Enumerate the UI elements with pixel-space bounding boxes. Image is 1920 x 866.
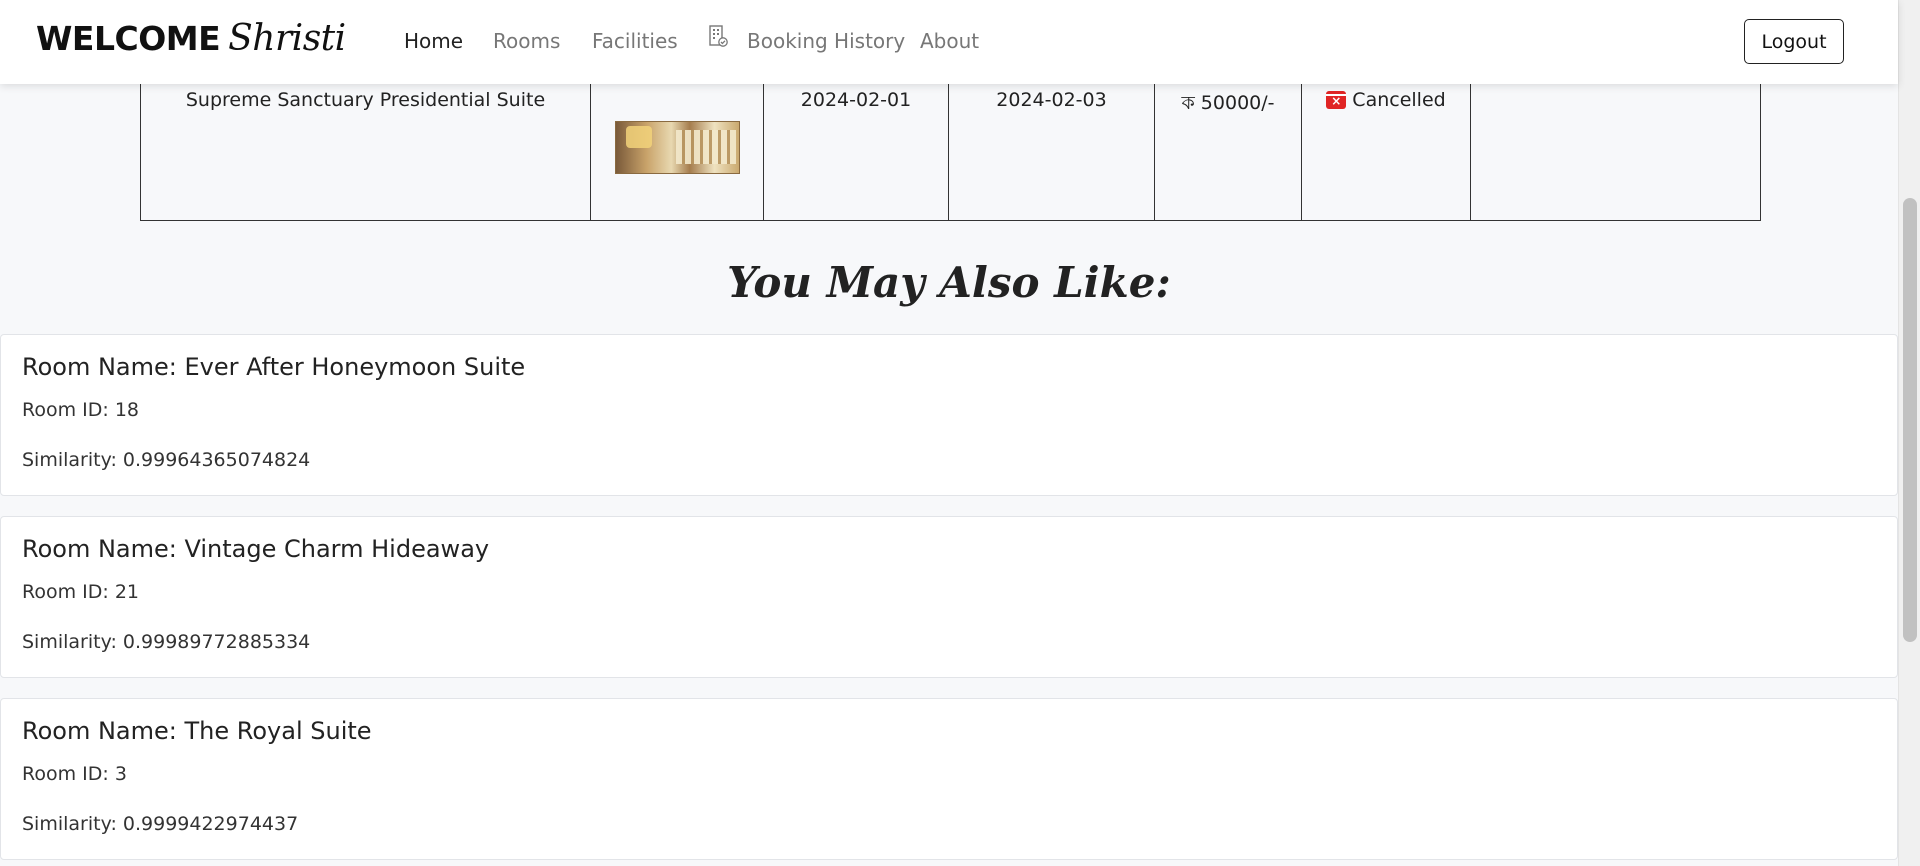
- nav-booking-history-link[interactable]: Booking History: [747, 29, 905, 53]
- room-card[interactable]: Room Name: The Royal Suite Room ID: 3 Si…: [0, 698, 1898, 860]
- room-card-title: Room Name: Ever After Honeymoon Suite: [22, 353, 526, 381]
- nav-about-link[interactable]: About: [920, 29, 979, 53]
- brand-welcome: WELCOME Shristi: [36, 18, 346, 59]
- room-card[interactable]: Room Name: Vintage Charm Hideaway Room I…: [0, 516, 1898, 678]
- status-badge: Cancelled: [1326, 89, 1446, 111]
- table-row: Supreme Sanctuary Presidential Suite 202…: [140, 60, 1761, 221]
- nav-home-link[interactable]: Home: [404, 29, 463, 53]
- room-card-id: Room ID: 18: [22, 399, 139, 421]
- room-card-id: Room ID: 21: [22, 581, 139, 603]
- recommendations-heading: You May Also Like:: [727, 258, 1171, 307]
- status-cell: Cancelled: [1301, 60, 1471, 221]
- status-label: Cancelled: [1352, 89, 1446, 111]
- brand-prefix: WELCOME: [36, 19, 221, 58]
- price-cell: ক 50000/-: [1154, 60, 1302, 221]
- room-card[interactable]: Room Name: Ever After Honeymoon Suite Ro…: [0, 334, 1898, 496]
- check-out-cell: 2024-02-03: [948, 60, 1155, 221]
- vertical-scrollbar[interactable]: [1898, 0, 1920, 866]
- nav-facilities-link[interactable]: Facilities: [592, 29, 678, 53]
- nav-rooms-link[interactable]: Rooms: [493, 29, 560, 53]
- action-cell: [1470, 60, 1761, 221]
- room-card-similarity: Similarity: 0.99964365074824: [22, 449, 311, 471]
- booking-history-table: Supreme Sanctuary Presidential Suite 202…: [140, 60, 1761, 221]
- room-thumbnail-image: [614, 121, 740, 174]
- brand-username: Shristi: [228, 18, 346, 59]
- room-card-title: Room Name: The Royal Suite: [22, 717, 372, 745]
- room-card-title: Room Name: Vintage Charm Hideaway: [22, 535, 490, 563]
- room-name-cell: Supreme Sanctuary Presidential Suite: [140, 60, 591, 221]
- room-card-similarity: Similarity: 0.9999422974437: [22, 813, 299, 835]
- logout-button[interactable]: Logout: [1744, 19, 1844, 64]
- room-card-similarity: Similarity: 0.99989772885334: [22, 631, 311, 653]
- top-navbar: WELCOME Shristi Home Rooms Facilities Boo…: [0, 0, 1898, 84]
- scrollbar-thumb[interactable]: [1903, 198, 1917, 642]
- calendar-x-icon: [1326, 91, 1347, 109]
- check-in-cell: 2024-02-01: [763, 60, 949, 221]
- room-card-id: Room ID: 3: [22, 763, 127, 785]
- building-check-icon: [709, 25, 728, 47]
- room-image-cell: [590, 60, 764, 221]
